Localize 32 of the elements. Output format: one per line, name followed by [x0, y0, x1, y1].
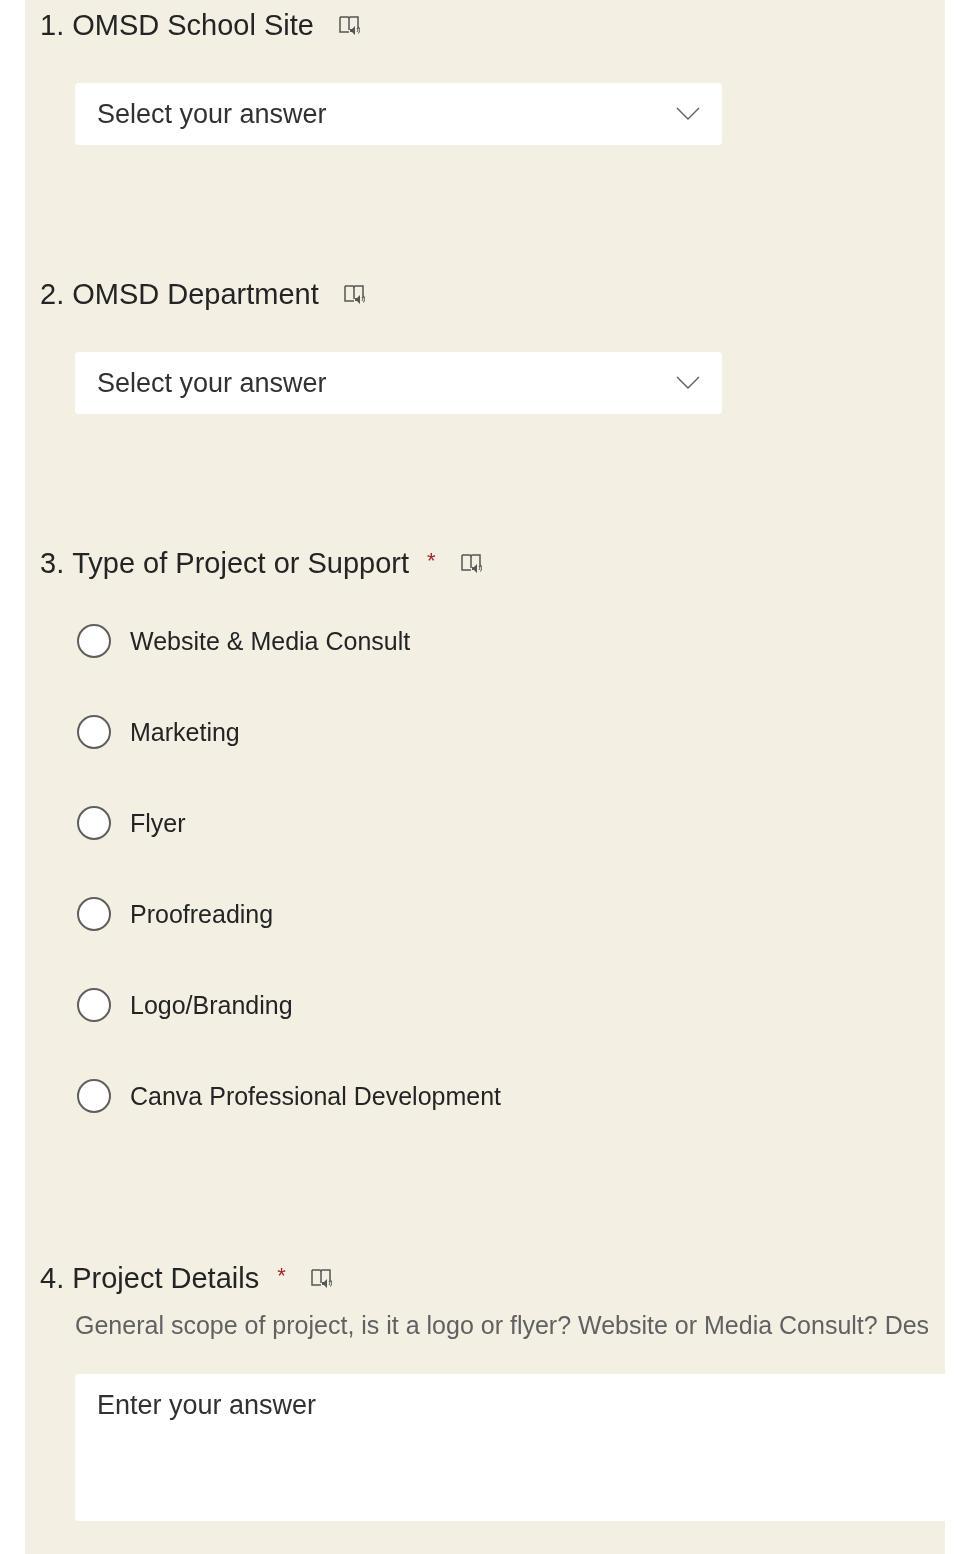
question-title: OMSD School Site [72, 8, 314, 42]
radio-button[interactable] [77, 1079, 111, 1113]
choice-option[interactable]: Proofreading [77, 893, 945, 935]
immersive-reader-icon[interactable] [342, 283, 365, 305]
choice-option[interactable]: Flyer [77, 802, 945, 844]
question-description: General scope of project, is it a logo or flyer? Website or Media Consult? Des [75, 1311, 931, 1340]
question-number: 1. [40, 8, 65, 42]
immersive-reader-icon[interactable] [337, 14, 360, 36]
immersive-reader-icon[interactable] [459, 552, 482, 574]
question-title: OMSD Department [72, 277, 319, 311]
chevron-down-icon [676, 376, 700, 390]
radio-button[interactable] [77, 806, 111, 840]
choice-option[interactable]: Marketing [77, 711, 945, 753]
question-number: 2. [40, 277, 65, 311]
question-title: Project Details [72, 1261, 260, 1295]
radio-button[interactable] [77, 988, 111, 1022]
choice-option[interactable]: Canva Professional Development [77, 1075, 945, 1117]
required-mark: * [427, 548, 436, 574]
answer-dropdown[interactable]: Select your answer [75, 83, 722, 145]
answer-dropdown[interactable]: Select your answer [75, 352, 722, 414]
answer-field[interactable]: Enter your answer [75, 1374, 945, 1521]
question-number: 4. [40, 1261, 65, 1295]
radio-button[interactable] [77, 715, 111, 749]
immersive-reader-icon[interactable] [309, 1267, 332, 1289]
chevron-down-icon [676, 107, 700, 121]
choice-option[interactable]: Logo/Branding [77, 984, 945, 1026]
radio-button[interactable] [77, 624, 111, 658]
required-mark: * [277, 1263, 286, 1289]
radio-button[interactable] [77, 897, 111, 931]
question-number: 3. [40, 546, 65, 580]
question-title: Type of Project or Support [72, 546, 410, 580]
choice-option[interactable]: Website & Media Consult [77, 620, 945, 662]
